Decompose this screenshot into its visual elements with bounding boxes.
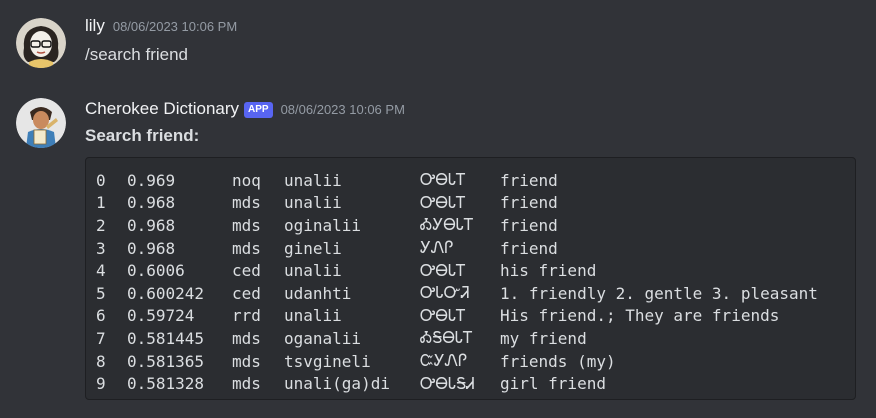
result-definition: friend [500,238,558,258]
result-row: 2 0.968 mds oginalii ᎣᎩᎾᏓᎢ friend [96,214,818,237]
result-row: 3 0.968 mds gineli ᎩᏁᎵ friend [96,237,818,260]
result-row: 8 0.581365 mds tsvgineli ᏨᎩᏁᎵ friends (my) [96,350,818,373]
result-index: 5 [96,283,106,303]
result-score: 0.581328 [127,374,205,394]
result-index: 4 [96,261,106,281]
result-syllabary: ᎣᎩᎾᏓᎢ [420,215,474,235]
result-row: 9 0.581328 mds unali(ga)di ᎤᎾᏓᎦᏗ girl friend [96,372,818,395]
result-score: 0.59724 [127,306,195,326]
result-source: noq [232,170,261,190]
result-definition: friends (my) [500,351,616,371]
result-definition: His friend.; They are friends [500,306,780,326]
result-row: 4 0.6006 ced unalii ᎤᎾᏓᎢ his friend [96,259,818,282]
result-definition: girl friend [500,374,606,394]
bot-username[interactable]: Cherokee Dictionary [85,99,239,119]
result-definition: my friend [500,328,587,348]
result-definition: friend [500,215,558,235]
result-score: 0.581445 [127,328,205,348]
result-index: 8 [96,351,106,371]
result-source: rrd [232,306,261,326]
result-row: 6 0.59724 rrd unalii ᎤᎾᏓᎢ His friend.; They a… [96,305,818,328]
result-index: 6 [96,306,106,326]
result-latin: udanhti [284,283,352,303]
result-index: 7 [96,328,106,348]
result-index: 2 [96,215,106,235]
result-index: 9 [96,374,106,394]
result-syllabary: ᎩᏁᎵ [420,238,454,258]
bot-avatar-icon [16,98,66,148]
message-timestamp[interactable]: 08/06/2023 10:06 PM [281,102,405,117]
result-source: ced [232,283,261,303]
result-latin: unalii [284,193,342,213]
result-syllabary: ᎤᎾᏓᎦᏗ [420,373,475,393]
result-definition: friend [500,170,558,190]
result-syllabary: ᎣᎦᎾᏓᎢ [420,328,473,348]
result-latin: unalii [284,261,342,281]
app-badge: APP [244,102,273,118]
result-score: 0.6006 [127,261,185,281]
search-heading: Search friend: [85,126,200,145]
result-source: mds [232,374,261,394]
result-latin: oganalii [284,328,362,348]
result-syllabary: ᎤᎾᏓᎢ [420,170,466,190]
result-definition: friend [500,193,558,213]
result-source: mds [232,351,261,371]
result-syllabary: ᎤᎾᏓᎢ [420,260,466,280]
results-table: 0 0.969 noq unalii ᎤᎾᏓᎢ friend 1 0.968 mds unalii… [96,169,818,395]
result-source: mds [232,193,261,213]
result-index: 1 [96,193,106,213]
result-row: 7 0.581445 mds oganalii ᎣᎦᎾᏓᎢ my friend [96,327,818,350]
result-latin: tsvgineli [284,351,371,371]
result-index: 3 [96,238,106,258]
result-latin: oginalii [284,215,362,235]
result-score: 0.969 [127,170,176,190]
result-syllabary: ᎤᎾᏓᎢ [420,192,466,212]
result-score: 0.581365 [127,351,205,371]
lily-avatar-icon [16,18,66,68]
result-syllabary: ᎤᏓᏅᏘ [420,283,470,303]
username[interactable]: lily [85,16,105,36]
result-syllabary: ᎤᎾᏓᎢ [420,305,466,325]
result-latin: gineli [284,238,342,258]
result-row: 0 0.969 noq unalii ᎤᎾᏓᎢ friend [96,169,818,192]
result-score: 0.600242 [127,283,205,303]
result-score: 0.968 [127,238,176,258]
avatar-cherokee-dictionary[interactable] [16,98,66,148]
message-text: /search friend [85,45,188,64]
result-latin: unali(ga)di [284,374,390,394]
result-score: 0.968 [127,215,176,235]
result-source: mds [232,328,261,348]
result-latin: unalii [284,306,342,326]
message-timestamp[interactable]: 08/06/2023 10:06 PM [113,19,237,34]
result-definition: his friend [500,261,597,281]
result-syllabary: ᏨᎩᏁᎵ [420,351,468,371]
results-code-block: 0 0.969 noq unalii ᎤᎾᏓᎢ friend 1 0.968 mds unalii… [85,157,856,400]
result-score: 0.968 [127,193,176,213]
result-source: ced [232,261,261,281]
result-row: 5 0.600242 ced udanhti ᎤᏓᏅᏘ 1. friendly 2. ge… [96,282,818,305]
result-index: 0 [96,170,106,190]
result-source: mds [232,215,261,235]
avatar-lily[interactable] [16,18,66,68]
result-definition: 1. friendly 2. gentle 3. pleasant [500,283,818,303]
result-row: 1 0.968 mds unalii ᎤᎾᏓᎢ friend [96,192,818,215]
result-source: mds [232,238,261,258]
result-latin: unalii [284,170,342,190]
